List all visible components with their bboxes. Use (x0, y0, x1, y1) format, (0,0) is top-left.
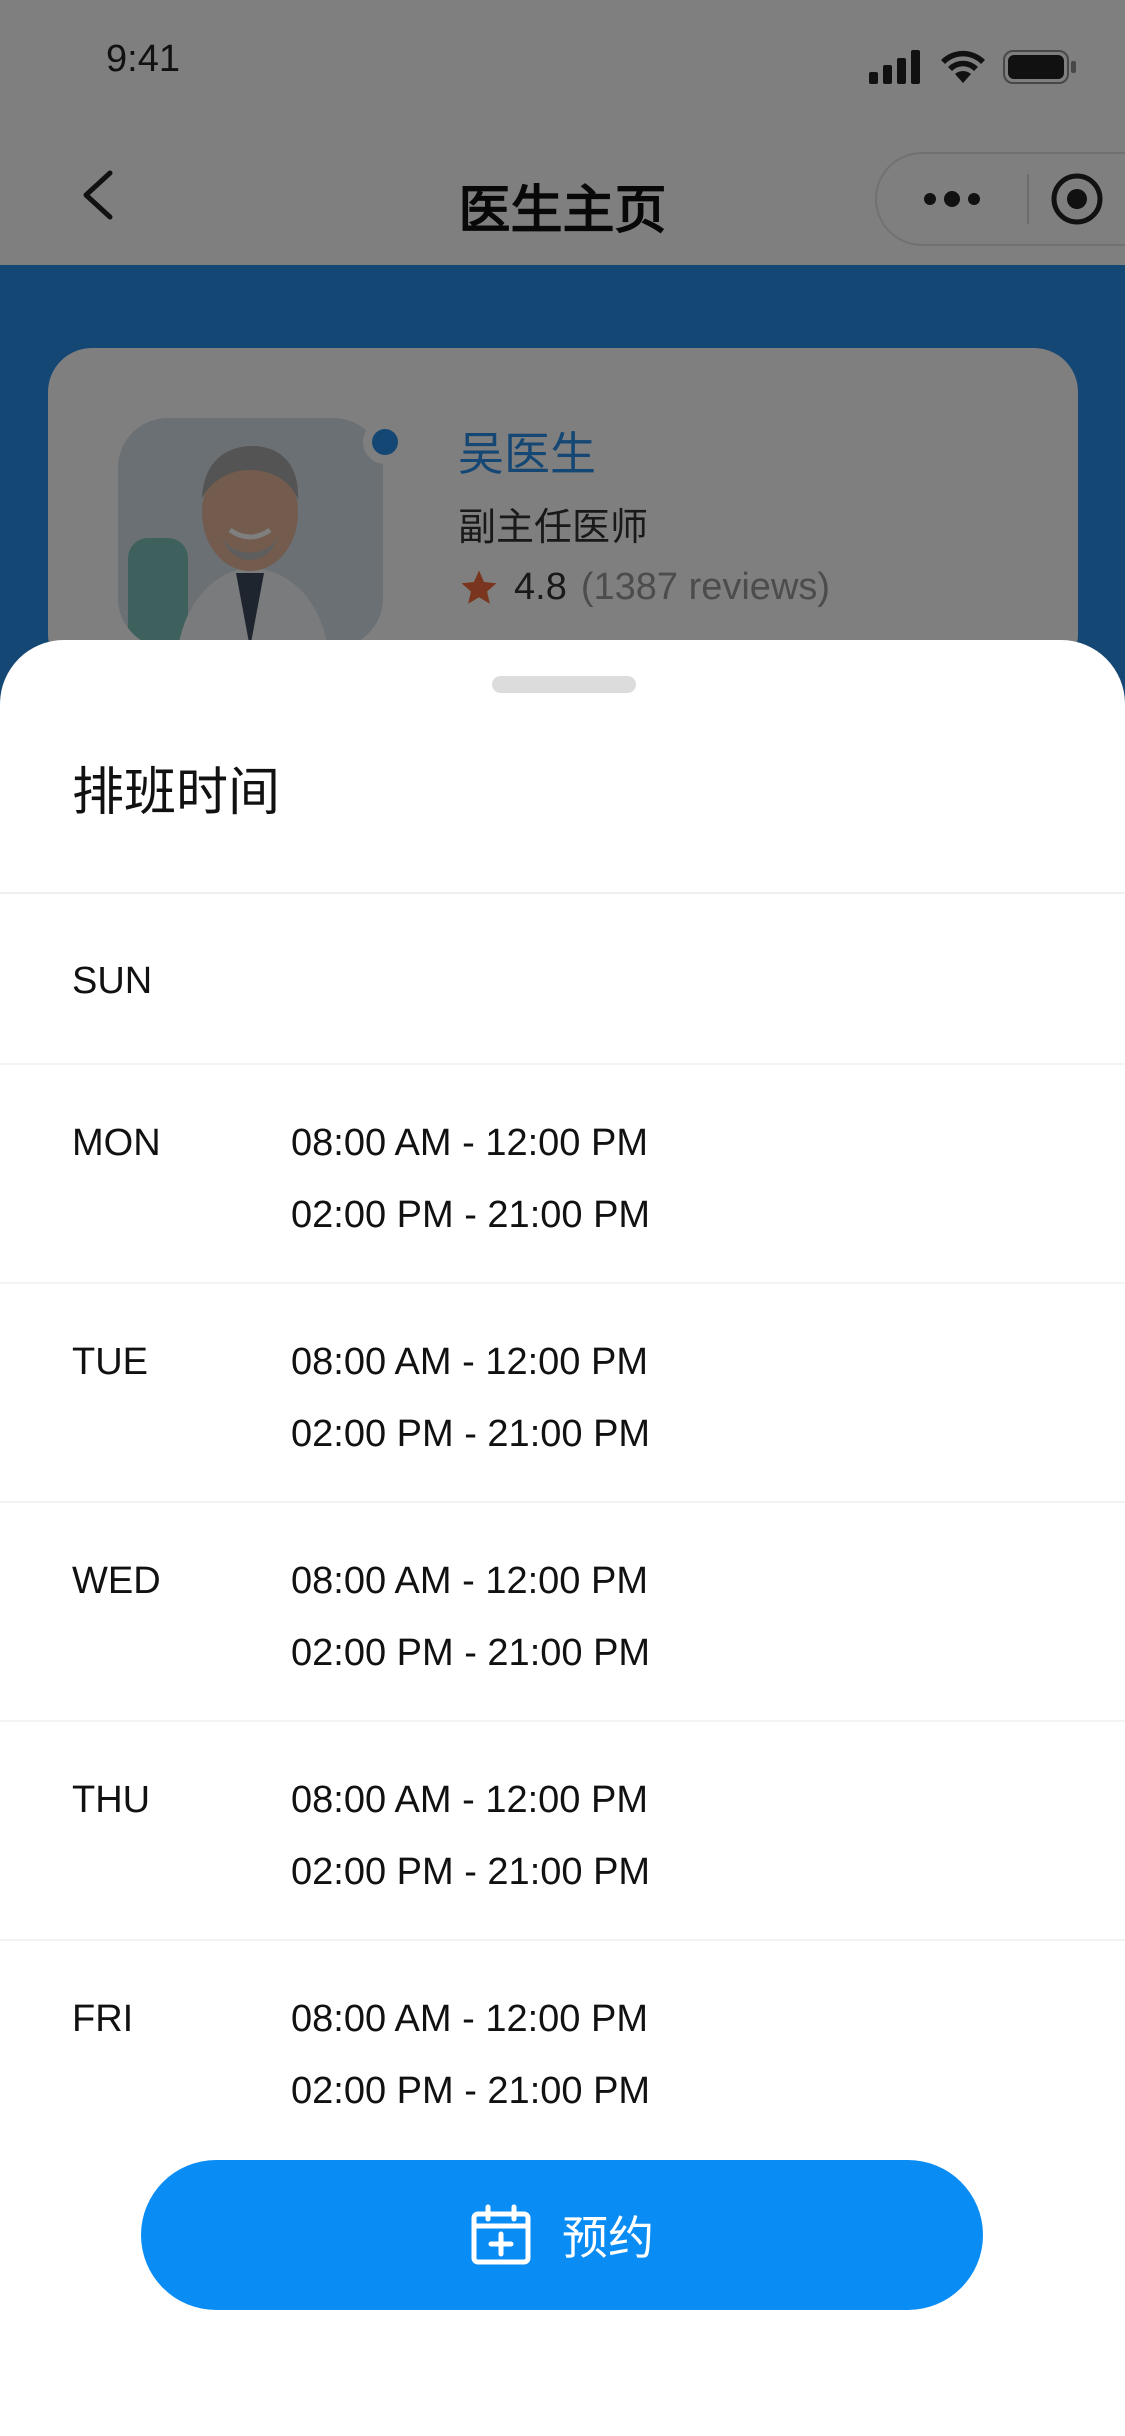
calendar-add-icon (471, 2204, 531, 2265)
time-slot: 02:00 PM - 21:00 PM (291, 1413, 651, 1455)
day-label: TUE (72, 1341, 148, 1383)
day-label: MON (72, 1122, 161, 1164)
time-slot: 02:00 PM - 21:00 PM (291, 1194, 651, 1236)
time-slot: 02:00 PM - 21:00 PM (291, 1632, 651, 1674)
schedule-row-sun: SUN (0, 894, 1125, 1065)
sheet-drag-handle[interactable] (492, 676, 636, 693)
time-slot: 08:00 AM - 12:00 PM (291, 1122, 648, 1164)
schedule-list: SUN MON 08:00 AM - 12:00 PM 02:00 PM - 2… (0, 894, 1125, 2160)
schedule-row-thu: THU 08:00 AM - 12:00 PM 02:00 PM - 21:00… (0, 1722, 1125, 1941)
schedule-row-fri: FRI 08:00 AM - 12:00 PM 02:00 PM - 21:00… (0, 1941, 1125, 2160)
sheet-title: 排班时间 (72, 763, 281, 823)
time-slot: 08:00 AM - 12:00 PM (291, 1560, 648, 1602)
schedule-row-tue: TUE 08:00 AM - 12:00 PM 02:00 PM - 21:00… (0, 1284, 1125, 1503)
day-label: THU (72, 1779, 151, 1821)
schedule-row-mon: MON 08:00 AM - 12:00 PM 02:00 PM - 21:00… (0, 1065, 1125, 1284)
time-slot: 08:00 AM - 12:00 PM (291, 1998, 648, 2040)
day-label: SUN (72, 960, 153, 1002)
modal-backdrop[interactable] (0, 0, 1125, 700)
day-label: WED (72, 1560, 161, 1602)
day-label: FRI (72, 1998, 134, 2040)
book-button-label: 预约 (562, 2211, 654, 2265)
time-slot: 08:00 AM - 12:00 PM (291, 1341, 648, 1383)
time-slot: 02:00 PM - 21:00 PM (291, 2070, 651, 2112)
time-slot: 02:00 PM - 21:00 PM (291, 1851, 651, 1893)
doctor-profile-page: 9:41 医生主页 (0, 0, 1125, 715)
schedule-row-wed: WED 08:00 AM - 12:00 PM 02:00 PM - 21:00… (0, 1503, 1125, 1722)
book-appointment-button[interactable]: 预约 (141, 2160, 983, 2310)
time-slot: 08:00 AM - 12:00 PM (291, 1779, 648, 1821)
